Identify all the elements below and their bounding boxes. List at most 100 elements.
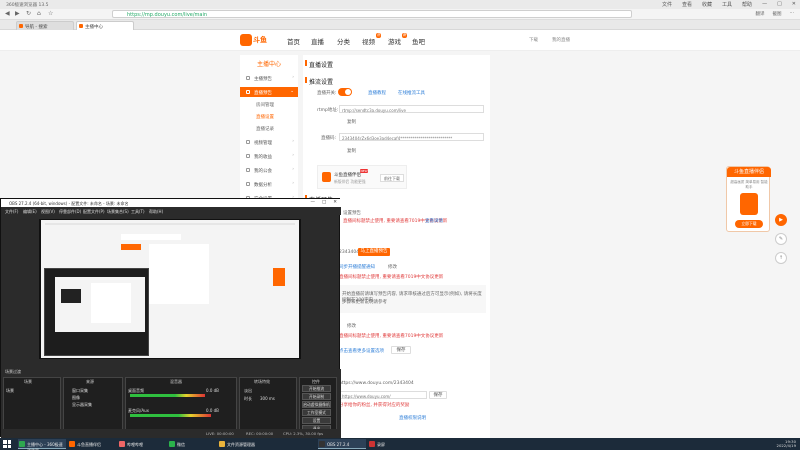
obs-preview-canvas[interactable] [39, 219, 301, 359]
nav-live[interactable]: 直播 [311, 36, 324, 46]
transition-select[interactable]: 淡出 [244, 388, 252, 394]
live-toggle[interactable] [338, 88, 352, 96]
menu-favorites[interactable]: 收藏 [702, 1, 712, 8]
obs-menu-scenes[interactable]: 场景集合(S) [107, 209, 129, 215]
assistant-float-widget[interactable]: 斗鱼直播伴侣 超高画质 简单易用 智能助手 立即下载 [726, 166, 771, 232]
my-live-link[interactable]: 我的直播 [552, 37, 570, 43]
download-link[interactable]: 下载 [529, 37, 538, 43]
star-icon[interactable]: ☆ [48, 11, 53, 17]
obs-menu-edit[interactable]: 编辑(E) [23, 209, 37, 215]
taskbar-app[interactable]: 哔哩哔哩 [118, 439, 166, 449]
modify-label[interactable]: 修改 [347, 323, 356, 329]
notice-textarea[interactable]: 开始直播前请填写预告内容, 请求审核通过后方可显示(例如), 请将长度控制在20… [330, 285, 486, 313]
back-icon[interactable]: ◀ [5, 11, 10, 17]
back-to-top-fab[interactable]: ↑ [775, 252, 787, 264]
nav-home[interactable]: 首页 [287, 36, 300, 46]
home-icon[interactable]: ⌂ [37, 11, 41, 17]
menu-view[interactable]: 查看 [682, 1, 692, 8]
stream-key-value: 2343404rZx6d3oe3ad4ecaf4****************… [342, 135, 453, 141]
copy-rtmp-button[interactable]: 复制 [347, 119, 356, 125]
view-detail-link[interactable]: 查看详情 [425, 218, 443, 224]
menu-tools[interactable]: 工具 [722, 1, 732, 8]
translate-button[interactable]: 翻译 [756, 11, 765, 17]
tab-streamer-center[interactable]: 主播中心 [76, 21, 134, 30]
system-tray-clock[interactable]: 19:30 2022/4/19 [777, 440, 796, 448]
apply-notice-button[interactable]: 马上直播预告 [358, 248, 390, 256]
douyu-logo[interactable]: 斗鱼 [240, 33, 270, 47]
taskbar-app[interactable]: OBS 27.2.4 [318, 439, 366, 449]
taskbar-app[interactable]: 斗鱼直播伴侣 [68, 439, 116, 449]
maximize-icon[interactable]: □ [322, 200, 326, 205]
sidebar-item-video[interactable]: 视频管理 › [240, 137, 298, 147]
obs-tool-link[interactable]: 在线推流工具 [398, 90, 425, 96]
close-icon[interactable]: ✕ [333, 200, 337, 205]
sidebar-label: 我的公会 [254, 169, 272, 174]
source-item[interactable]: 显示器采集 [72, 402, 92, 408]
source-item[interactable]: 窗口采集 [72, 388, 88, 394]
obs-menu-docks[interactable]: 停靠部件(D) [59, 209, 81, 215]
studio-mode-button[interactable]: 工作室模式 [302, 409, 331, 416]
chart-icon [246, 182, 250, 186]
obs-menu-profile[interactable]: 配置文件(P) [83, 209, 105, 215]
nav-game[interactable]: 游戏新 [388, 33, 407, 46]
sidebar-item-data[interactable]: 数据分析 › [240, 179, 298, 189]
menu-help[interactable]: 帮助 [742, 1, 752, 8]
duration-input[interactable]: 300 ms [260, 396, 275, 401]
sidebar-sub-records[interactable]: 直播记录 [256, 126, 274, 132]
virtual-camera-button[interactable]: 启动虚拟摄像机 [302, 401, 331, 408]
settings-button[interactable]: 设置 [302, 417, 331, 424]
copy-key-button[interactable]: 复制 [347, 148, 356, 154]
share-input[interactable]: https://www.douyu.com/ [339, 391, 427, 399]
close-icon[interactable]: ✕ [792, 1, 796, 8]
sidebar-item-live-preview[interactable]: 直播预告 ⌄ [240, 87, 298, 97]
taskbar-app[interactable]: 微信 [168, 439, 216, 449]
save-button[interactable]: 保存 [391, 346, 411, 354]
assistant-download-button[interactable]: 前往下载 [380, 174, 404, 182]
more-settings-link[interactable]: 点击查看更多设置选项 [339, 348, 384, 354]
forward-icon[interactable]: ▶ [15, 11, 20, 17]
more-menu-button[interactable]: ⋯ [790, 11, 795, 17]
nav-fishbar[interactable]: 鱼吧 [412, 36, 425, 46]
obs-menu-view[interactable]: 视图(V) [41, 209, 55, 215]
tab-navigation[interactable]: 导航 - 搜索 [16, 21, 74, 30]
start-recording-button[interactable]: 开始录制 [302, 393, 331, 400]
share-save-button[interactable]: 保存 [429, 391, 447, 399]
obs-menu-file[interactable]: 文件(F) [5, 209, 18, 215]
address-bar[interactable]: https://mp.douyu.com/live/main [112, 10, 632, 18]
minimize-icon[interactable]: — [310, 200, 315, 205]
modify-link[interactable]: 修改 [388, 264, 397, 270]
sync-reminder-link[interactable]: 同步开播提醒通知 [339, 264, 375, 270]
sidebar-item-guild[interactable]: 我的公会 › [240, 165, 298, 175]
taskbar-app[interactable]: 文件资源管理器 [218, 439, 266, 449]
sidebar-sub-settings[interactable]: 直播设置 [256, 114, 274, 120]
tutorial-link[interactable]: 直播教程 [368, 90, 386, 96]
obs-menu-help[interactable]: 帮助(H) [149, 209, 163, 215]
minimize-icon[interactable]: — [762, 1, 767, 8]
menu-file[interactable]: 文件 [662, 1, 672, 8]
mixer-track-db: 0.0 dB [206, 408, 219, 413]
taskbar-app[interactable]: 录屏 [368, 439, 416, 449]
help-link[interactable]: 直播权限说明 [399, 415, 426, 421]
live-fab[interactable]: ▶ [775, 214, 787, 226]
windows-start-icon[interactable] [3, 440, 11, 448]
feedback-fab[interactable]: ✎ [775, 233, 787, 245]
maximize-icon[interactable]: □ [777, 1, 782, 8]
sidebar-sub-room[interactable]: 房间管理 [256, 102, 274, 108]
scene-item[interactable]: 场景 [6, 388, 14, 394]
source-item[interactable]: 图像 [72, 395, 80, 401]
nav-category[interactable]: 分类 [337, 36, 350, 46]
float-download-button[interactable]: 立即下载 [735, 220, 763, 228]
obs-menu-tools[interactable]: 工具(T) [131, 209, 145, 215]
browser-title-bar: 360极速浏览器 13.5 文件 查看 收藏 工具 帮助 — □ ✕ [0, 0, 800, 9]
sidebar-item-income[interactable]: 我的收益 › [240, 151, 298, 161]
screenshot-button[interactable]: 截图 [773, 11, 782, 17]
stream-key-field[interactable]: 2343404rZx6d3oe3ad4ecaf4****************… [339, 133, 484, 141]
preview-header [121, 234, 181, 240]
taskbar-app[interactable]: 主播中心 - 360极速浏览器 [18, 439, 66, 450]
start-streaming-button[interactable]: 开始推流 [302, 385, 331, 392]
refresh-icon[interactable]: ↻ [26, 11, 31, 17]
nav-video[interactable]: 视频热 [362, 33, 381, 46]
assistant-mascot-icon [740, 193, 758, 215]
sidebar-item-preview[interactable]: 主播预告 › [240, 73, 298, 83]
rtmp-field[interactable]: rtmp://sendtc3a.douyu.com/live [339, 105, 484, 113]
